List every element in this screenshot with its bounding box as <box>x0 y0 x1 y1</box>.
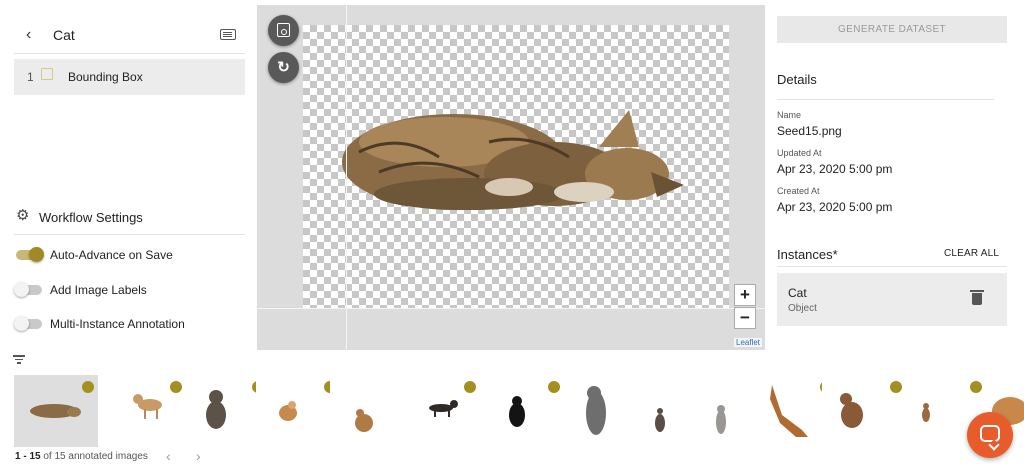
crosshair-horizontal-guide <box>257 308 765 309</box>
annotated-status-dot <box>548 381 560 393</box>
add-image-labels-toggle[interactable] <box>14 282 42 297</box>
chat-bubble-icon <box>980 425 1000 442</box>
divider <box>777 99 994 100</box>
thumbnail[interactable] <box>480 375 564 447</box>
crosshair-vertical-guide <box>346 5 347 350</box>
thumbnail[interactable] <box>256 375 340 447</box>
left-panel: ‹ Cat 1 Bounding Box ⚙ Workflow Settings… <box>0 0 257 350</box>
image-counter-text: of 15 annotated images <box>40 451 148 462</box>
generate-dataset-button[interactable]: GENERATE DATASET <box>777 16 1007 43</box>
instances-title: Instances* <box>777 247 838 262</box>
annotated-status-dot <box>170 381 182 393</box>
updated-at-label: Updated At <box>777 148 822 158</box>
add-image-labels-label: Add Image Labels <box>50 283 147 297</box>
back-chevron-icon[interactable]: ‹ <box>26 26 31 44</box>
next-page-chevron-icon[interactable]: › <box>196 448 201 464</box>
gear-icon: ⚙ <box>16 207 30 224</box>
annotated-status-dot <box>464 381 476 393</box>
created-at-label: Created At <box>777 186 820 196</box>
thumbnail[interactable] <box>14 375 98 447</box>
class-title: Cat <box>53 27 75 43</box>
divider <box>14 234 245 235</box>
toggle-knob <box>14 316 29 331</box>
toggle-knob <box>14 282 29 297</box>
multi-instance-label: Multi-Instance Annotation <box>50 317 185 331</box>
thumbnail[interactable] <box>396 375 480 447</box>
thumbnail[interactable] <box>102 375 186 447</box>
prev-page-chevron-icon[interactable]: ‹ <box>166 448 171 464</box>
details-title: Details <box>777 72 817 87</box>
name-value: Seed15.png <box>777 124 842 138</box>
instance-name: Cat <box>788 286 807 300</box>
auto-advance-label: Auto-Advance on Save <box>50 248 173 262</box>
multi-instance-toggle[interactable] <box>14 316 42 331</box>
image-counter: 1 - 15 of 15 annotated images <box>15 451 148 462</box>
zoom-in-button[interactable]: + <box>734 284 756 306</box>
annotated-status-dot <box>970 381 982 393</box>
right-panel: GENERATE DATASET Details Name Seed15.png… <box>765 0 1024 350</box>
thumbnail-row <box>14 375 1024 447</box>
name-label: Name <box>777 110 802 120</box>
instance-card[interactable]: Cat Object <box>777 273 1007 326</box>
chat-support-button[interactable] <box>967 412 1013 458</box>
tool-hotkey-number: 1 <box>27 70 34 84</box>
thumbnail[interactable] <box>822 375 906 447</box>
annotation-canvas[interactable]: ↻ + − Leaflet <box>257 5 765 350</box>
redo-button[interactable]: ↻ <box>268 52 299 83</box>
instance-type: Object <box>788 303 817 314</box>
save-button[interactable] <box>268 15 299 46</box>
created-at-value: Apr 23, 2020 5:00 pm <box>777 200 893 214</box>
tool-item-bounding-box[interactable]: 1 Bounding Box <box>14 59 245 95</box>
bounding-box-icon <box>41 68 53 80</box>
clear-all-button[interactable]: CLEAR ALL <box>944 248 999 259</box>
image-strip: 1 - 15 of 15 annotated images ‹ › <box>0 350 1024 467</box>
filter-icon[interactable] <box>13 355 25 364</box>
auto-advance-toggle[interactable] <box>16 247 44 262</box>
cat-image <box>342 110 684 210</box>
trash-icon[interactable] <box>970 290 984 305</box>
image-counter-range: 1 - 15 <box>15 451 41 462</box>
divider <box>777 266 1007 267</box>
annotated-status-dot <box>82 381 94 393</box>
updated-at-value: Apr 23, 2020 5:00 pm <box>777 162 893 176</box>
keyboard-icon[interactable] <box>220 29 236 40</box>
divider <box>14 53 245 54</box>
workflow-settings-title: Workflow Settings <box>39 210 143 225</box>
tool-label: Bounding Box <box>68 70 143 84</box>
annotated-status-dot <box>890 381 902 393</box>
leaflet-attribution-link[interactable]: Leaflet <box>734 338 763 347</box>
floppy-disk-icon <box>277 23 290 37</box>
toggle-knob <box>29 247 44 262</box>
zoom-out-button[interactable]: − <box>734 307 756 329</box>
redo-icon: ↻ <box>277 59 290 76</box>
